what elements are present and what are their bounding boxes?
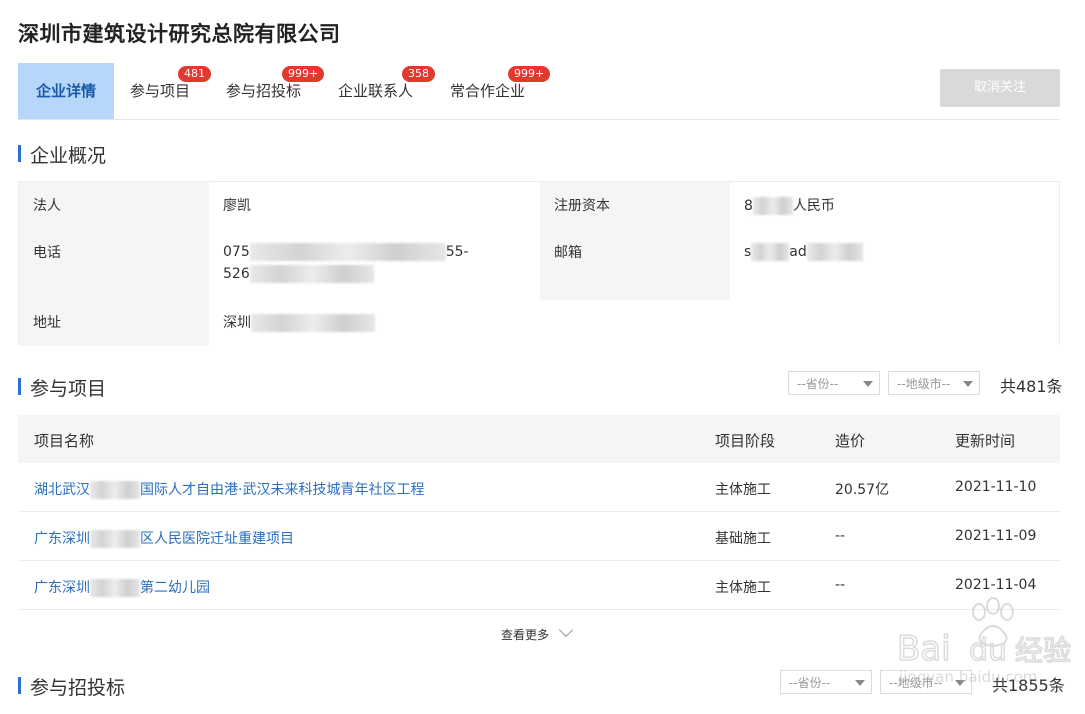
capital-prefix: 8	[744, 198, 753, 214]
province-select-value: --省份--	[789, 676, 831, 690]
project-stage: 主体施工	[715, 580, 771, 596]
tab-label: 参与项目	[130, 82, 191, 100]
city-select[interactable]: --地级市--	[888, 371, 980, 395]
address-prefix: 深圳	[223, 315, 251, 331]
masked-text	[251, 314, 375, 332]
table-header: 项目名称 项目阶段 造价 更新时间	[18, 415, 1060, 463]
masked-text	[90, 579, 140, 597]
count-badge: 358	[402, 66, 435, 82]
project-name-prefix: 广东深圳	[34, 580, 90, 596]
masked-text	[752, 197, 793, 215]
city-select-value: --地级市--	[897, 377, 951, 391]
section-title-bids: 参与招投标	[18, 673, 125, 700]
phone-line1-prefix: 075	[223, 244, 250, 260]
view-more-button[interactable]: 查看更多	[501, 622, 574, 643]
svg-text:jingyan.baidu.com: jingyan.baidu.com	[898, 668, 1037, 686]
chevron-down-icon	[558, 622, 574, 638]
svg-text:经验: 经验	[1015, 634, 1071, 667]
project-date: 2021-11-10	[955, 479, 1037, 495]
masked-text	[90, 530, 140, 548]
project-name-prefix: 湖北武汉	[34, 482, 90, 498]
province-select[interactable]: --省份--	[788, 371, 880, 395]
tab-company-detail[interactable]: 企业详情	[18, 63, 114, 119]
project-cost: 20.57亿	[835, 482, 890, 498]
legal-person-label: 法人	[19, 182, 209, 230]
chevron-down-icon	[963, 381, 973, 387]
tab-partners[interactable]: 常合作企业 999+	[450, 63, 551, 119]
project-date: 2021-11-09	[955, 528, 1037, 544]
project-name-suffix: 国际人才自由港·武汉未来科技城青年社区工程	[140, 482, 425, 498]
phone-line2-prefix: 526	[223, 266, 250, 282]
tab-contacts[interactable]: 企业联系人 358	[338, 63, 435, 119]
province-select-value: --省份--	[797, 377, 839, 391]
phone-value: 075 55- 526	[223, 241, 469, 285]
project-stage: 基础施工	[715, 531, 771, 547]
tab-label: 企业详情	[35, 82, 96, 100]
table-row: 湖北武汉 国际人才自由港·武汉未来科技城青年社区工程 主体施工 20.57亿 20…	[18, 463, 1060, 512]
email-value: s ad	[744, 241, 863, 263]
section-title-overview: 企业概况	[18, 141, 106, 168]
project-cost: --	[835, 528, 846, 544]
legal-person-value: 廖凯	[223, 198, 251, 214]
capital-suffix: 人民币	[792, 198, 835, 214]
overview-table: 法人 廖凯 注册资本 8 人民币 电话 075 55- 526 邮箱 s ad 地址 …	[18, 181, 1060, 346]
project-name-link[interactable]: 广东深圳 区人民医院迁址重建项目	[34, 528, 294, 548]
project-name-suffix: 区人民医院迁址重建项目	[140, 531, 294, 547]
section-title-projects: 参与项目	[18, 374, 106, 401]
capital-label: 注册资本	[540, 182, 730, 230]
masked-text	[249, 243, 446, 261]
column-header-cost: 造价	[835, 432, 866, 450]
email-mid: ad	[789, 244, 807, 260]
tab-label: 常合作企业	[450, 82, 526, 100]
masked-text	[751, 243, 790, 261]
project-filters: --省份-- --地级市-- 共481条	[788, 371, 1063, 397]
baidu-jingyan-watermark: Bai du 经验 jingyan.baidu.com	[896, 597, 1072, 686]
column-header-date: 更新时间	[955, 432, 1016, 450]
table-row: 广东深圳 区人民医院迁址重建项目 基础施工 -- 2021-11-09	[18, 512, 1060, 561]
svg-text:Bai: Bai	[897, 629, 951, 669]
project-stage: 主体施工	[715, 482, 771, 498]
tab-label: 参与招投标	[226, 82, 302, 100]
chevron-down-icon	[855, 680, 865, 686]
province-select[interactable]: --省份--	[780, 670, 872, 694]
masked-text	[806, 243, 863, 261]
phone-line1-suffix: 55-	[445, 244, 469, 260]
address-label: 地址	[19, 300, 209, 346]
project-date: 2021-11-04	[955, 577, 1037, 593]
project-name-link[interactable]: 广东深圳 第二幼儿园	[34, 577, 210, 597]
count-badge: 999+	[282, 66, 325, 82]
project-name-suffix: 第二幼儿园	[140, 580, 210, 596]
project-total-count: 共481条	[1000, 377, 1063, 396]
phone-label: 电话	[19, 230, 209, 300]
project-name-prefix: 广东深圳	[34, 531, 90, 547]
chevron-down-icon	[863, 381, 873, 387]
view-more-label: 查看更多	[501, 628, 550, 642]
column-header-stage: 项目阶段	[715, 432, 776, 450]
company-name: 深圳市建筑设计研究总院有限公司	[18, 22, 341, 46]
unfollow-button[interactable]: 取消关注	[940, 69, 1060, 107]
tab-bar: 企业详情 参与项目 481 参与招投标 999+ 企业联系人 358 常合作企业…	[18, 63, 1060, 120]
masked-text	[90, 481, 140, 499]
tab-label: 企业联系人	[338, 82, 414, 100]
capital-value: 8 人民币	[744, 195, 835, 217]
column-header-name: 项目名称	[34, 432, 95, 450]
email-label: 邮箱	[540, 230, 730, 300]
email-prefix: s	[744, 244, 752, 260]
tab-projects[interactable]: 参与项目 481	[130, 63, 211, 119]
svg-text:du: du	[969, 633, 1007, 668]
project-cost: --	[835, 577, 846, 593]
count-badge: 999+	[508, 66, 551, 82]
count-badge: 481	[178, 66, 211, 82]
tab-bids[interactable]: 参与招投标 999+	[226, 63, 325, 119]
project-name-link[interactable]: 湖北武汉 国际人才自由港·武汉未来科技城青年社区工程	[34, 479, 424, 499]
address-value: 深圳	[223, 312, 375, 334]
masked-text	[249, 265, 374, 283]
